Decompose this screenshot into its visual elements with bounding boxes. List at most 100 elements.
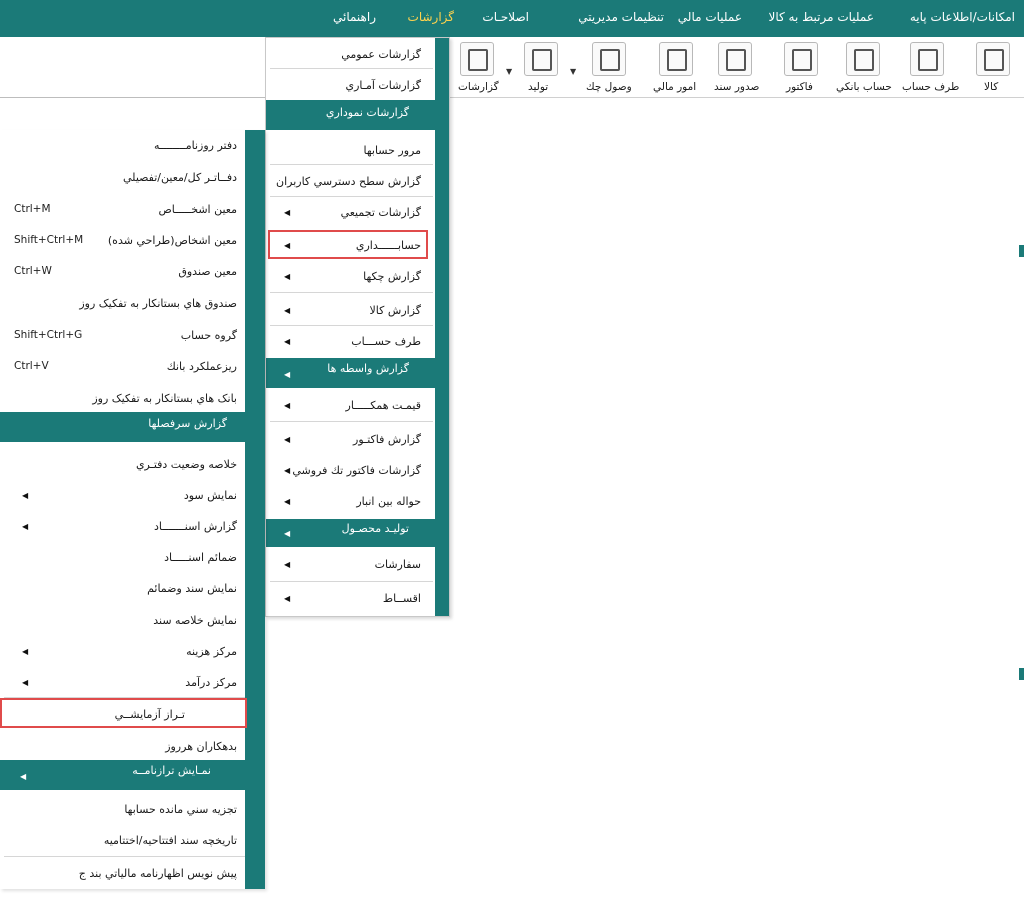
submenu-item-creditor-cashboxes-by-day[interactable]: صندوق هاي بستانکار به تفکيک روز — [14, 294, 237, 314]
person-icon — [910, 42, 944, 76]
submenu-arrow-icon: ◀ — [284, 272, 291, 281]
toolbar-issue-document-button[interactable]: صدور سند — [712, 39, 762, 95]
cheque-icon — [592, 42, 626, 76]
submenu-arrow-icon: ◀ — [284, 370, 291, 379]
menu-separator — [270, 325, 433, 326]
menu-reports[interactable]: گزارشات — [408, 10, 454, 24]
menu-separator — [270, 196, 433, 197]
submenu-item-show-profit[interactable]: ◀ نمايش سود — [14, 486, 237, 506]
submenu-arrow-icon: ◀ — [284, 435, 291, 444]
toolbar-financial-affairs-button[interactable]: امور مالي — [650, 39, 700, 95]
submenu-item-tax-return-draft[interactable]: پيش نويس اظهارنامه مالياتي بند ج — [14, 864, 237, 884]
submenu-arrow-icon: ◀ — [22, 678, 29, 687]
toolbar-bank-account-button[interactable]: حساب بانکي — [834, 39, 896, 95]
menu-item-aggregate-reports[interactable]: ◀ گزارشات تجميعي — [274, 203, 421, 223]
submenu-item-account-group[interactable]: Shift+Ctrl+G گروه حساب — [14, 326, 237, 346]
menu-item-installments[interactable]: ◀ اقســاط — [274, 589, 421, 609]
submenu-item-opening-closing-history[interactable]: تاريخچه سند افتتاحيه/اختتاميه — [14, 831, 237, 851]
menu-band-product-production[interactable]: ◀ توليـد محصـول — [266, 519, 449, 547]
toolbar-reports-button[interactable]: گزارشات — [456, 39, 502, 95]
menu-item-partner-price[interactable]: ◀ قيمـت همکـــــار — [274, 396, 421, 416]
toolbar-goods-button[interactable]: کالا — [972, 39, 1016, 95]
highlight-box-accounting — [268, 230, 428, 259]
submenu-arrow-icon: ◀ — [22, 491, 29, 500]
toolbar-invoice-button[interactable]: فاکتور — [780, 39, 824, 95]
menu-separator — [270, 164, 433, 165]
menu-band-intermediary-reports[interactable]: ◀ گزارش واسطه ها — [266, 358, 449, 388]
submenu-arrow-icon: ◀ — [284, 208, 291, 217]
submenu-item-document-summary[interactable]: نمايش خلاصه سند — [14, 611, 237, 631]
submenu-item-creditor-banks-by-day[interactable]: بانک هاي بستانکار به تفکيک روز — [14, 389, 237, 409]
submenu-arrow-icon: ◀ — [284, 466, 291, 475]
submenu-item-account-aging[interactable]: تجزيه سني مانده حسابها — [14, 800, 237, 820]
highlight-box-trial-balance — [0, 698, 247, 728]
submenu-item-revenue-center[interactable]: ◀ مرکز درآمد — [14, 673, 237, 693]
bank-card-icon — [846, 42, 880, 76]
submenu-arrow-icon: ◀ — [284, 560, 291, 569]
submenu-item-ledgers[interactable]: دفــاتـر کل/معين/تفصيلي — [14, 168, 237, 188]
menu-item-cheque-reports[interactable]: ◀ گزارش چکها — [274, 267, 421, 287]
toolbar: کالا طرف حساب حساب بانکي فاکتور صدور سند… — [0, 37, 1024, 98]
submenu-item-documents-report[interactable]: ◀ گزارش اسنـــــــاد — [14, 517, 237, 537]
menu-item-orders[interactable]: ◀ سفارشات — [274, 555, 421, 575]
submenu-arrow-icon: ◀ — [284, 529, 291, 538]
menu-item-general-reports[interactable]: گزارشات عمومي — [274, 45, 421, 65]
production-dropdown-arrow-icon[interactable]: ▼ — [570, 67, 576, 76]
menu-financial-ops[interactable]: عمليات مالي — [678, 10, 742, 24]
finance-icon — [659, 42, 693, 76]
submenu-item-journal[interactable]: دفتر روزنامــــــــه — [14, 136, 237, 156]
reports-dropdown-menu: گزارشات عمومي گزارشات آمـاري گزارشات نمو… — [265, 37, 450, 617]
menu-basic-info[interactable]: امکانات/اطلاعات پايه — [910, 10, 1015, 24]
submenu-item-cost-center[interactable]: ◀ مرکز هزينه — [14, 642, 237, 662]
submenu-arrow-icon: ◀ — [20, 772, 27, 781]
menu-separator — [270, 68, 433, 69]
submenu-band-balance-sheet[interactable]: ◀ نمـايش ترازنامــه — [0, 760, 265, 790]
menu-help[interactable]: راهنمائي — [333, 10, 376, 24]
menu-item-single-sale-invoice-reports[interactable]: ◀ گزارشات فاکتور تك فروشي — [274, 461, 421, 481]
right-scroll-marker-bottom[interactable] — [1019, 668, 1024, 680]
submenu-arrow-icon: ◀ — [284, 306, 291, 315]
reports-dropdown-arrow-icon[interactable]: ▼ — [506, 67, 512, 76]
submenu-item-person-ledger-designed[interactable]: Shift+Ctrl+M معين اشخاص(طراحي شده) — [14, 231, 237, 251]
submenu-item-show-document-attachments[interactable]: نمايش سند وضمائم — [14, 579, 237, 599]
toolbar-cheque-collection-button[interactable]: وصول چك — [584, 39, 638, 95]
menu-separator — [270, 421, 433, 422]
toolbar-account-party-button[interactable]: طرف حساب — [900, 39, 959, 95]
menu-item-statistical-reports[interactable]: گزارشات آمـاري — [274, 76, 421, 96]
menu-item-account-party[interactable]: ◀ طرف حســـاب — [274, 332, 421, 352]
submenu-arrow-icon: ◀ — [284, 497, 291, 506]
submenu-arrow-icon: ◀ — [284, 401, 291, 410]
toolbar-production-button[interactable]: توليد — [520, 39, 566, 95]
main-menubar: امکانات/اطلاعات پايه عمليات مرتبط به کال… — [0, 0, 1024, 37]
document-pen-icon — [718, 42, 752, 76]
menu-item-invoice-report[interactable]: ◀ گزارش فاکتـور — [274, 430, 421, 450]
menu-band-chart-reports[interactable]: گزارشات نموداري — [266, 100, 449, 130]
accounting-submenu: دفتر روزنامــــــــه دفــاتـر کل/معين/تف… — [0, 130, 265, 889]
box-icon — [976, 42, 1010, 76]
invoice-icon — [784, 42, 818, 76]
menu-corrections[interactable]: اصلاحـات — [482, 10, 529, 24]
submenu-arrow-icon: ◀ — [284, 594, 291, 603]
menu-goods-ops[interactable]: عمليات مرتبط به کالا — [769, 10, 874, 24]
submenu-band-headings-report[interactable]: گزارش سرفصلها — [0, 412, 265, 442]
chart-report-icon — [460, 42, 494, 76]
production-icon — [524, 42, 558, 76]
submenu-arrow-icon: ◀ — [22, 647, 29, 656]
menu-item-inter-warehouse-transfer[interactable]: ◀ حواله بين انبار — [274, 492, 421, 512]
submenu-arrow-icon: ◀ — [284, 337, 291, 346]
submenu-item-bank-detail[interactable]: Ctrl+V ريزعملکرد بانك — [14, 357, 237, 377]
menu-separator — [4, 856, 245, 857]
submenu-item-book-status-summary[interactable]: خلاصه وضعيت دفتـري — [14, 455, 237, 475]
menu-item-goods-report[interactable]: ◀ گزارش کالا — [274, 301, 421, 321]
menu-item-account-review[interactable]: مرور حسابها — [274, 141, 421, 161]
menu-separator — [270, 581, 433, 582]
right-scroll-marker[interactable] — [1019, 245, 1024, 257]
submenu-item-person-ledger[interactable]: Ctrl+M معين اشخـــــاص — [14, 200, 237, 220]
menu-management-settings[interactable]: تنظيمات مديريتي — [578, 10, 664, 24]
submenu-arrow-icon: ◀ — [22, 522, 29, 531]
menu-item-user-access-report[interactable]: گزارش سطح دسترسي کاربران — [274, 172, 421, 192]
submenu-item-cash-ledger[interactable]: Ctrl+W معين صندوق — [14, 262, 237, 282]
submenu-item-daily-debtors[interactable]: بدهكاران هرروز — [14, 737, 237, 757]
submenu-item-document-attachments[interactable]: ضمائم اسنـــــاد — [14, 548, 237, 568]
menu-separator — [270, 292, 433, 293]
